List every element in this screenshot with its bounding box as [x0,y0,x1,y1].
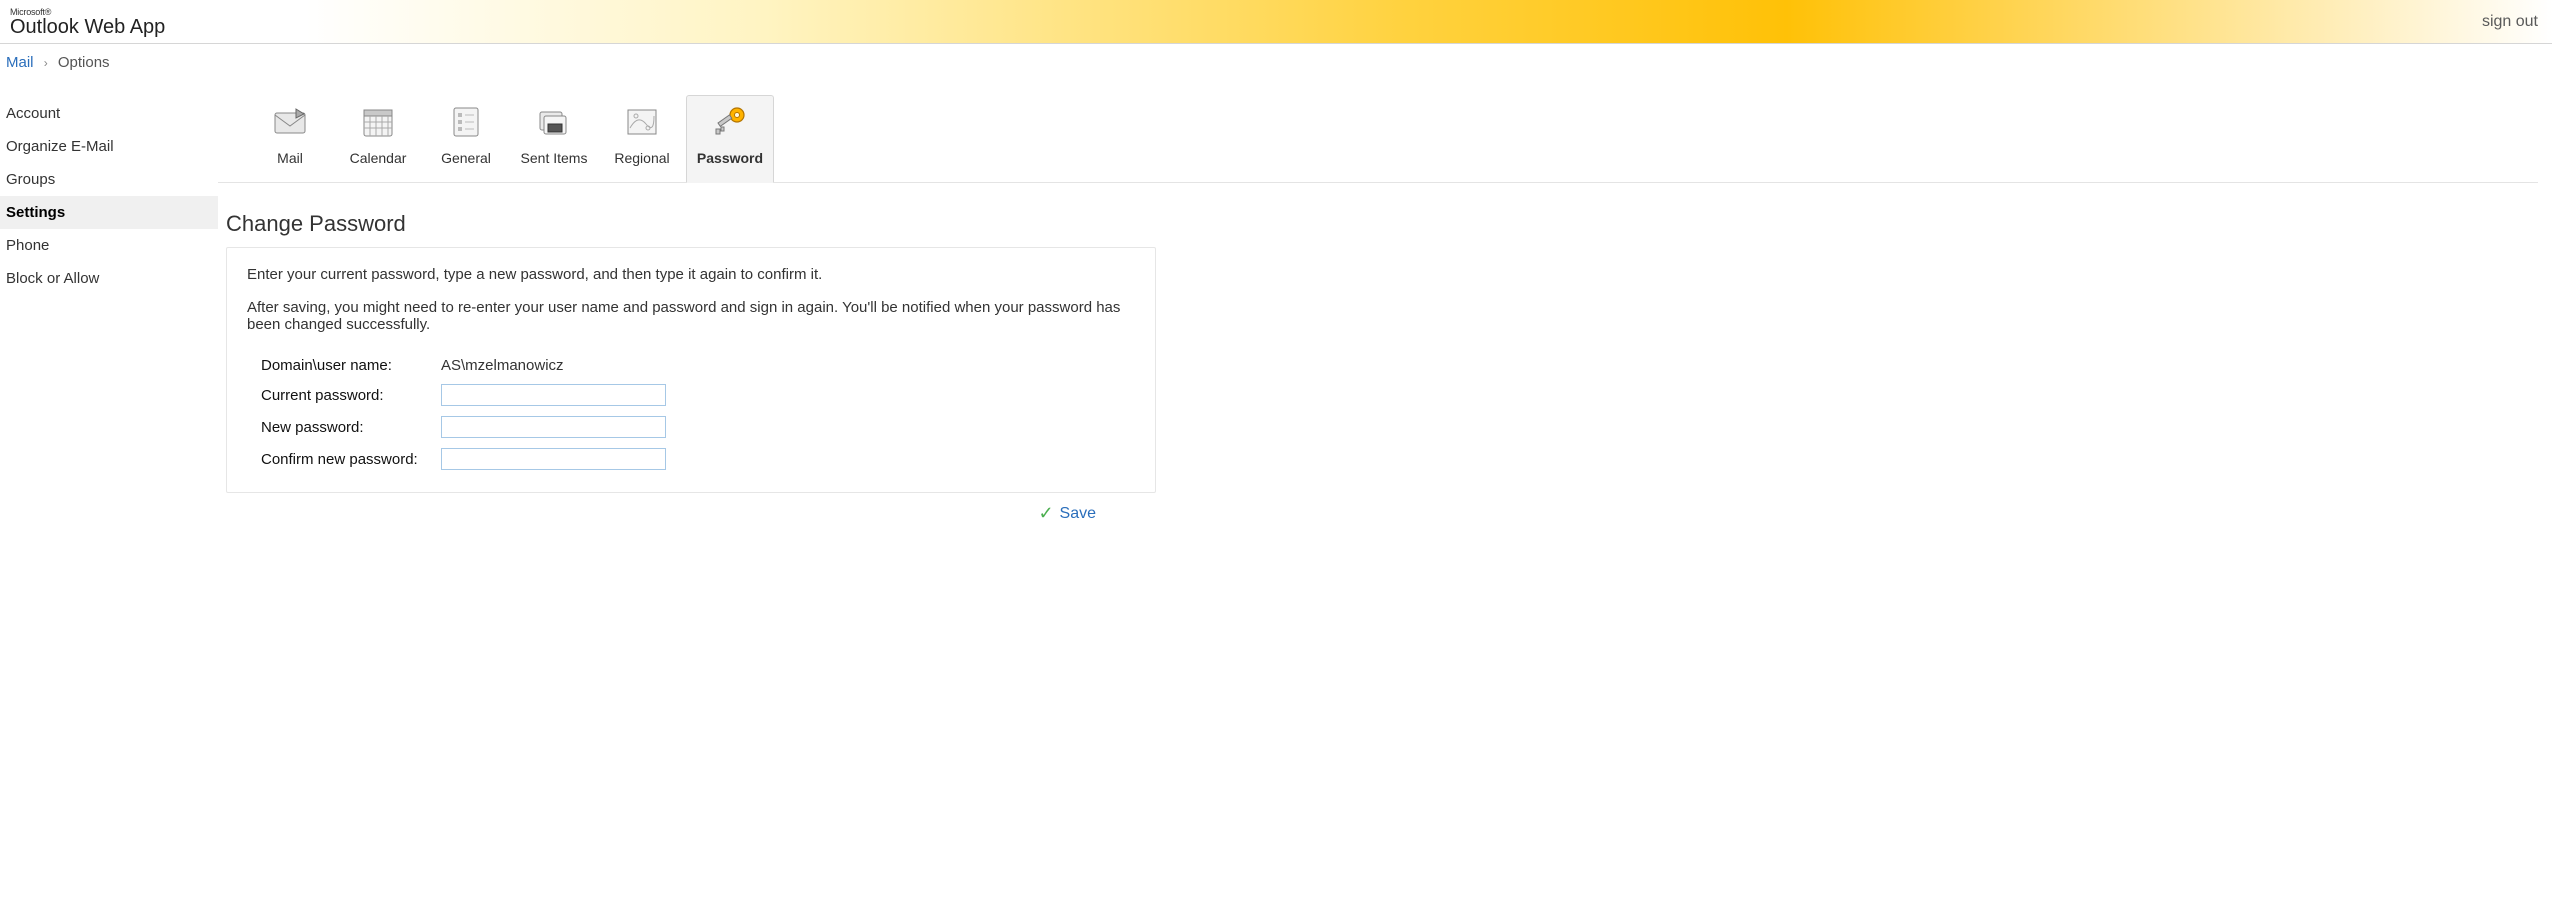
current-password-input[interactable] [441,384,666,406]
new-password-label: New password: [261,419,441,436]
tab-label: Password [697,150,763,166]
password-form: Enter your current password, type a new … [226,247,1156,493]
regional-icon [624,104,660,150]
tab-regional[interactable]: Regional [598,95,686,183]
save-row: ✓ Save [226,493,1156,524]
tab-label: Regional [614,150,669,166]
save-button[interactable]: Save [1060,505,1096,523]
confirm-password-label: Confirm new password: [261,451,441,468]
tab-label: Mail [277,150,303,166]
tab-label: Sent Items [521,150,588,166]
sidebar-item-phone[interactable]: Phone [0,229,218,262]
sidebar: Account Organize E-Mail Groups Settings … [0,89,218,524]
calendar-icon [360,104,396,150]
current-password-label: Current password: [261,387,441,404]
sidebar-item-groups[interactable]: Groups [0,163,218,196]
sidebar-item-label: Account [6,105,60,122]
breadcrumb-mail[interactable]: Mail [6,54,34,71]
password-icon [712,104,748,150]
breadcrumb: Mail › Options [0,44,2552,89]
sidebar-item-label: Settings [6,204,65,221]
general-icon [448,104,484,150]
sidebar-item-settings[interactable]: Settings [0,196,218,229]
checkmark-icon: ✓ [1038,503,1053,524]
brand-outlook: Outlook [10,16,79,38]
sidebar-item-label: Block or Allow [6,270,99,287]
tab-calendar[interactable]: Calendar [334,95,422,183]
breadcrumb-options: Options [58,54,110,71]
panel-instruction: Enter your current password, type a new … [247,266,1135,283]
tab-sent-items[interactable]: Sent Items [510,95,598,183]
panel-note: After saving, you might need to re-enter… [247,299,1135,333]
domain-user-value: AS\mzelmanowicz [441,357,671,374]
sidebar-item-label: Groups [6,171,55,188]
mail-icon [272,104,308,150]
domain-user-label: Domain\user name: [261,357,441,374]
sign-out-link[interactable]: sign out [2482,13,2542,31]
main-content: Mail Calendar General Sent Items [218,89,2552,524]
sidebar-item-account[interactable]: Account [0,97,218,130]
tab-mail[interactable]: Mail [246,95,334,183]
breadcrumb-separator: › [38,56,54,70]
sidebar-item-organize-email[interactable]: Organize E-Mail [0,130,218,163]
app-logo: Microsoft® Outlook Web App [10,6,165,37]
brand-owa: Outlook Web App [10,17,165,37]
sent-items-icon [536,104,572,150]
tab-label: Calendar [350,150,407,166]
app-header: Microsoft® Outlook Web App sign out [0,0,2552,44]
sidebar-item-block-allow[interactable]: Block or Allow [0,262,218,295]
change-password-panel: Change Password Enter your current passw… [218,183,2538,524]
new-password-input[interactable] [441,416,666,438]
panel-title: Change Password [226,211,2538,237]
sidebar-item-label: Organize E-Mail [6,138,114,155]
tab-label: General [441,150,491,166]
sidebar-item-label: Phone [6,237,49,254]
tab-password[interactable]: Password [686,95,774,183]
confirm-password-input[interactable] [441,448,666,470]
settings-tabs: Mail Calendar General Sent Items [218,95,2538,183]
tab-general[interactable]: General [422,95,510,183]
brand-webapp: Web App [85,16,166,38]
